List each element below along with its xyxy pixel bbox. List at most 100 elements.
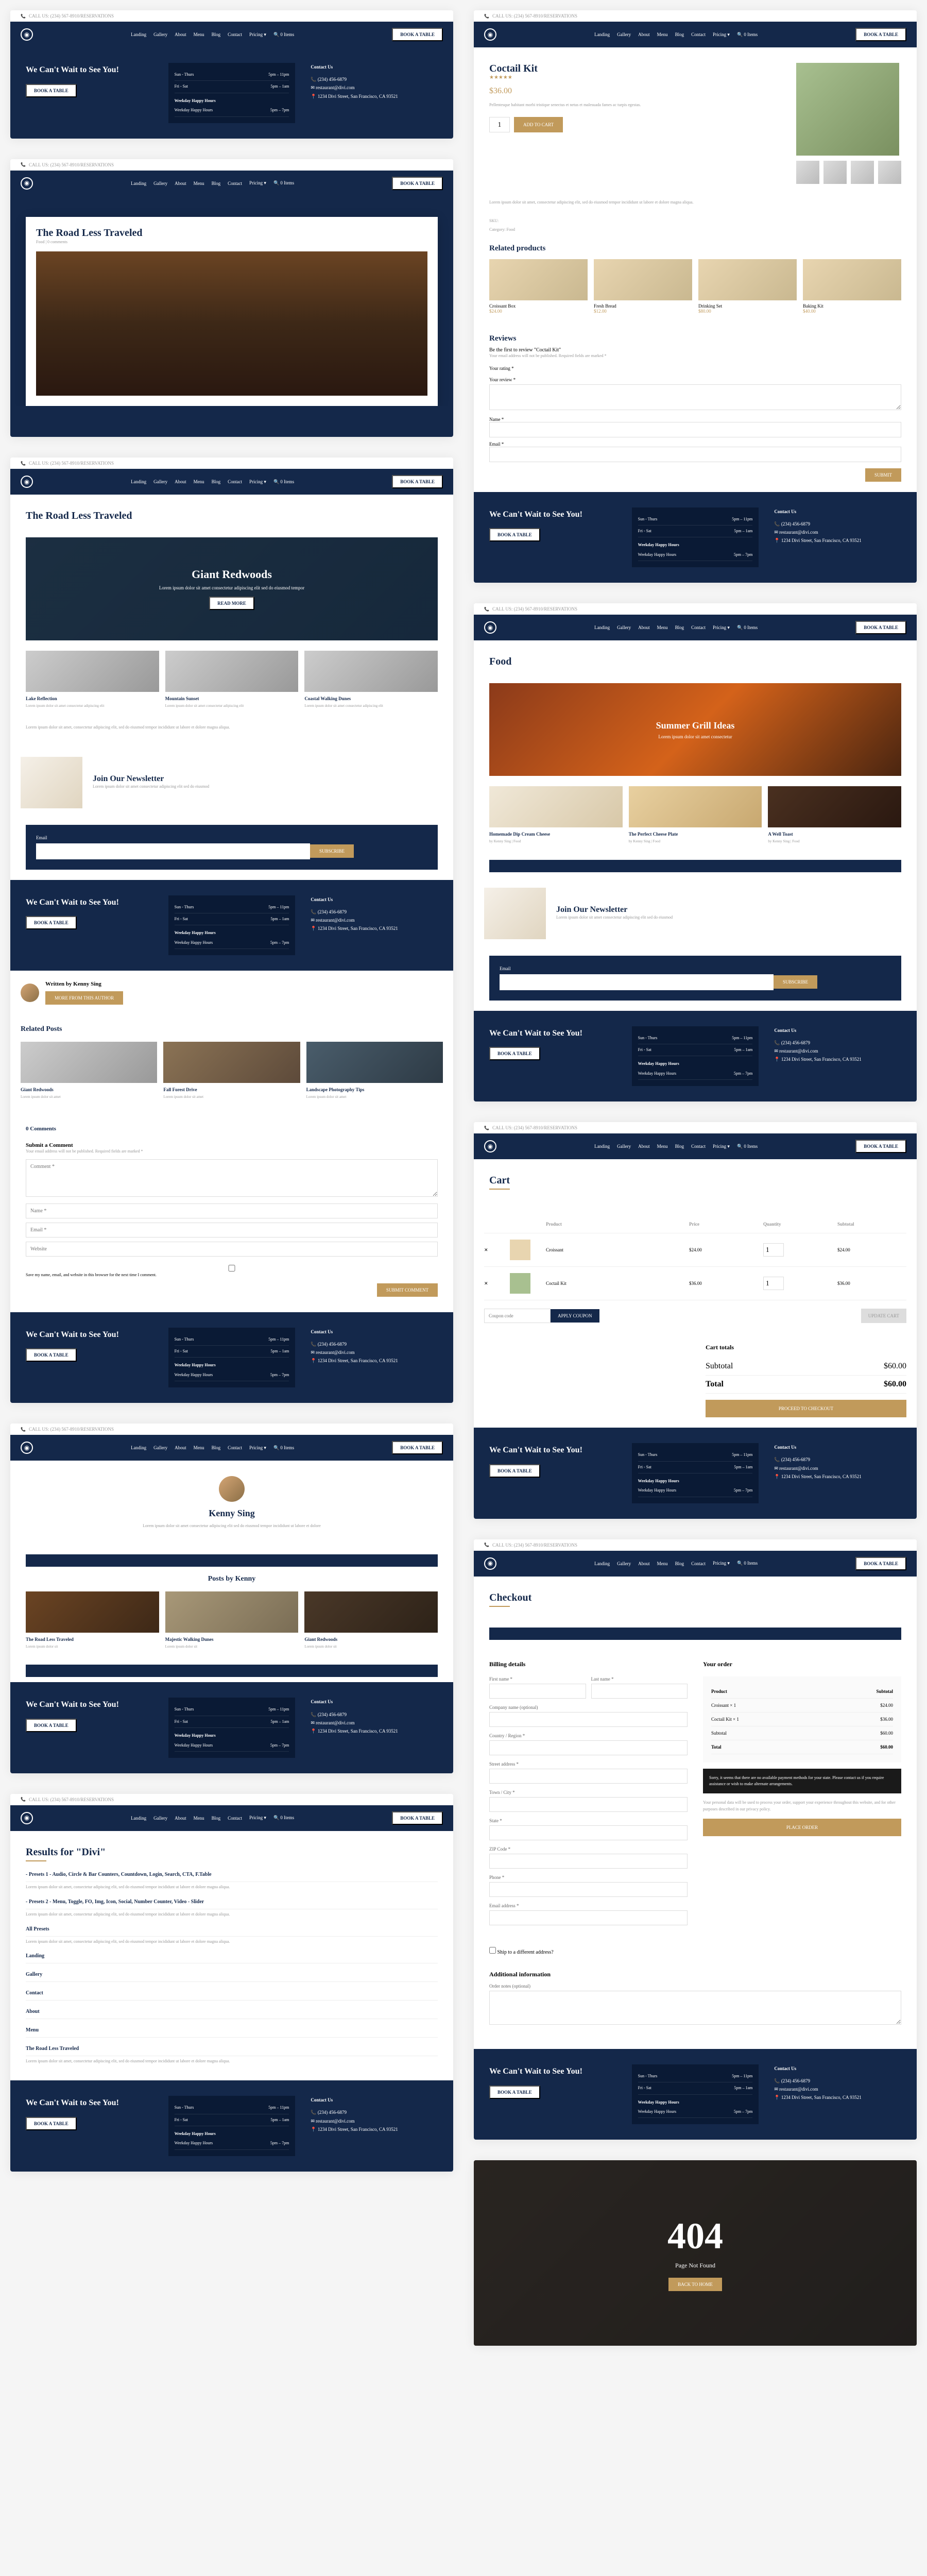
zip-input[interactable] (489, 1854, 688, 1869)
qty-input[interactable] (763, 1277, 784, 1290)
subscribe-button[interactable]: SUBSCRIBE (310, 844, 354, 858)
comment-textarea[interactable] (26, 1159, 438, 1197)
website-input[interactable] (26, 1242, 438, 1257)
back-home-button[interactable]: BACK TO HOME (668, 2278, 722, 2291)
author-post[interactable]: Majestic Walking DunesLorem ipsum dolor … (165, 1591, 299, 1650)
submit-review-button[interactable]: SUBMIT (865, 468, 901, 482)
street-input[interactable] (489, 1769, 688, 1784)
footer: We Can't Wait to See You! BOOK A TABLE Su… (10, 47, 453, 139)
related-post[interactable]: Landscape Photography TipsLorem ipsum do… (306, 1042, 443, 1100)
lastname-input[interactable] (591, 1684, 688, 1699)
result-item[interactable]: Landing (26, 1953, 438, 1963)
checkout-title: Checkout (489, 1592, 901, 1604)
author-avatar (219, 1476, 245, 1502)
apply-coupon-button[interactable]: APPLY COUPON (551, 1309, 599, 1323)
nav-links[interactable]: LandingGalleryAboutMenuBlogContactPricin… (131, 32, 294, 38)
save-checkbox[interactable] (26, 1265, 438, 1272)
review-name-input[interactable] (489, 422, 901, 437)
related-post[interactable]: Fall Forest DriveLorem ipsum dolor sit a… (163, 1042, 300, 1100)
email-input[interactable] (36, 843, 310, 859)
coupon-input[interactable] (484, 1309, 551, 1323)
qty-input[interactable] (763, 1243, 784, 1257)
topbar: CALL US: (234) 567-8910/RESERVATIONS (10, 10, 453, 22)
phone-input[interactable] (489, 1882, 688, 1897)
thumbnail[interactable] (823, 161, 847, 184)
payment-notice: Sorry, it seems that there are no availa… (703, 1769, 901, 1793)
book-table-button[interactable]: BOOK A TABLE (392, 28, 443, 41)
thumbnail[interactable] (851, 161, 874, 184)
card-item[interactable]: Lake ReflectionLorem ipsum dolor sit ame… (26, 651, 159, 709)
card-item[interactable]: Coastal Walking DunesLorem ipsum dolor s… (304, 651, 438, 709)
related-product[interactable]: Croissant Box$24.00 (489, 259, 588, 314)
email-input[interactable] (26, 1223, 438, 1238)
logo-icon[interactable]: ◉ (21, 28, 33, 41)
read-more-button[interactable]: READ MORE (209, 597, 254, 610)
cart-item: ✕Coctail Kit$36.00$36.00 (484, 1267, 906, 1300)
result-item[interactable]: Menu (26, 2027, 438, 2038)
result-item[interactable]: - Presets 2 - Menu, Toggle, FO, Img, Ico… (26, 1899, 438, 1909)
related-product[interactable]: Baking Kit$40.00 (803, 259, 901, 314)
result-item[interactable]: All Presets (26, 1926, 438, 1937)
quantity-input[interactable] (489, 117, 510, 132)
blog-post-card: CALL US: (234) 567-8910/RESERVATIONS ◉La… (10, 457, 453, 1403)
email-input[interactable] (489, 1910, 688, 1925)
checkout-page: CALL US: (234) 567-8910/RESERVATIONS ◉La… (474, 1539, 917, 2140)
subscribe-button[interactable]: SUBSCRIBE (774, 975, 817, 989)
review-email-input[interactable] (489, 447, 901, 462)
ship-different-checkbox[interactable] (489, 1947, 496, 1954)
order-summary: Your order ProductSubtotal Croissant × 1… (703, 1660, 901, 1931)
more-author-button[interactable]: MORE FROM THIS AUTHOR (45, 991, 123, 1005)
result-item[interactable]: The Road Less Traveled (26, 2046, 438, 2056)
related-product[interactable]: Fresh Bread$12.00 (594, 259, 692, 314)
food-post[interactable]: The Perfect Cheese Plateby Kenny Sing | … (629, 786, 762, 844)
place-order-button[interactable]: PLACE ORDER (703, 1819, 901, 1836)
hours-box: Sun - Thurs5pm – 11pmFri - Sat5pm – 1amW… (168, 63, 296, 123)
add-to-cart-button[interactable]: ADD TO CART (514, 117, 563, 132)
footer-preview: CALL US: (234) 567-8910/RESERVATIONS ◉ L… (10, 10, 453, 139)
post-title: The Road Less Traveled (36, 227, 427, 239)
related-product[interactable]: Drinking Set$80.00 (698, 259, 797, 314)
card-item[interactable]: Mountain SunsetLorem ipsum dolor sit ame… (165, 651, 299, 709)
state-input[interactable] (489, 1825, 688, 1840)
update-cart-button[interactable]: UPDATE CART (861, 1309, 906, 1323)
food-post[interactable]: A Well Toastby Kenny Sing | Food (768, 786, 901, 844)
related-post[interactable]: Giant RedwoodsLorem ipsum dolor sit amet (21, 1042, 157, 1100)
submit-comment-button[interactable]: SUBMIT COMMENT (377, 1283, 438, 1297)
main-nav: ◉ LandingGalleryAboutMenuBlogContactPric… (10, 22, 453, 47)
result-item[interactable]: About (26, 2009, 438, 2019)
city-input[interactable] (489, 1797, 688, 1812)
footer-title: We Can't Wait to See You! (26, 63, 153, 78)
error-message: Page Not Found (675, 2262, 715, 2269)
review-textarea[interactable] (489, 384, 901, 410)
error-code: 404 (667, 2215, 723, 2258)
order-notes-textarea[interactable] (489, 1991, 901, 2025)
category-page: CALL US: (234) 567-8910/RESERVATIONS ◉La… (474, 603, 917, 1101)
firstname-input[interactable] (489, 1684, 586, 1699)
remove-icon[interactable]: ✕ (484, 1247, 505, 1253)
result-item[interactable]: - Presets 1 - Audio, Circle & Bar Counte… (26, 1872, 438, 1882)
product-price: $36.00 (489, 87, 781, 96)
footer-book-button[interactable]: BOOK A TABLE (26, 84, 77, 97)
avatar (21, 984, 39, 1002)
cart-title: Cart (489, 1175, 901, 1187)
remove-icon[interactable]: ✕ (484, 1281, 505, 1286)
thumbnail[interactable] (878, 161, 901, 184)
author-post[interactable]: The Road Less TraveledLorem ipsum dolor … (26, 1591, 159, 1650)
food-post[interactable]: Homemade Dip Cream Cheeseby Kenny Sing |… (489, 786, 623, 844)
country-input[interactable] (489, 1740, 688, 1755)
cart-page: CALL US: (234) 567-8910/RESERVATIONS ◉La… (474, 1122, 917, 1519)
company-input[interactable] (489, 1712, 688, 1727)
name-input[interactable] (26, 1204, 438, 1218)
proceed-checkout-button[interactable]: PROCEED TO CHECKOUT (706, 1400, 906, 1417)
product-page: CALL US: (234) 567-8910/RESERVATIONS ◉La… (474, 10, 917, 583)
product-image[interactable] (796, 63, 899, 156)
result-item[interactable]: Contact (26, 1990, 438, 2001)
results-title: Results for "Divi" (26, 1846, 438, 1858)
email-input[interactable] (500, 974, 774, 990)
author-box: Written by Kenny SingMORE FROM THIS AUTH… (10, 971, 453, 1015)
author-post[interactable]: Giant RedwoodsLorem ipsum dolor sit (304, 1591, 438, 1650)
author-page: CALL US: (234) 567-8910/RESERVATIONS ◉La… (10, 1423, 453, 1773)
hero-section: Giant RedwoodsLorem ipsum dolor sit amet… (26, 537, 438, 640)
thumbnail[interactable] (796, 161, 819, 184)
result-item[interactable]: Gallery (26, 1972, 438, 1982)
